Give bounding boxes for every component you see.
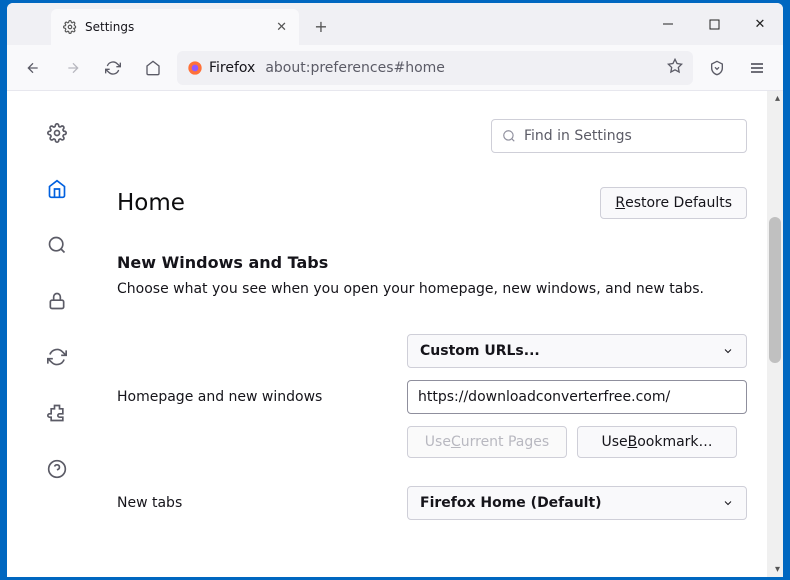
gear-icon: [63, 20, 77, 34]
section-title: New Windows and Tabs: [117, 253, 747, 272]
forward-button: [57, 52, 89, 84]
sidebar-item-help[interactable]: [35, 451, 79, 487]
homepage-mode-dropdown[interactable]: Custom URLs...: [407, 334, 747, 368]
chevron-down-icon: [722, 497, 734, 509]
sidebar-item-extensions[interactable]: [35, 395, 79, 431]
browser-tab[interactable]: Settings ✕: [51, 9, 299, 45]
restore-defaults-button[interactable]: Restore Defaults: [600, 187, 747, 219]
chevron-down-icon: [722, 345, 734, 357]
dropdown-value: Firefox Home (Default): [420, 495, 602, 511]
sidebar-item-home[interactable]: [35, 171, 79, 207]
search-placeholder: Find in Settings: [524, 128, 632, 144]
sidebar-item-search[interactable]: [35, 227, 79, 263]
homepage-url-input[interactable]: [407, 380, 747, 414]
minimize-button[interactable]: [645, 3, 691, 45]
newtabs-label: New tabs: [117, 495, 407, 511]
scrollbar[interactable]: ▴ ▾: [767, 91, 783, 577]
sidebar-item-privacy[interactable]: [35, 283, 79, 319]
homepage-windows-label: Homepage and new windows: [117, 389, 407, 405]
firefox-icon: [187, 60, 203, 76]
tab-title: Settings: [85, 20, 134, 34]
bookmark-star-icon[interactable]: [667, 58, 683, 78]
identity-label: Firefox: [209, 60, 255, 76]
sidebar-item-sync[interactable]: [35, 339, 79, 375]
url-bar[interactable]: Firefox about:preferences#home: [177, 51, 693, 85]
close-button[interactable]: ✕: [737, 3, 783, 45]
main-panel: Find in Settings Home Restore Defaults N…: [107, 91, 783, 577]
firefox-identity: Firefox: [187, 60, 255, 76]
titlebar: Settings ✕ + ✕: [7, 3, 783, 45]
dropdown-value: Custom URLs...: [420, 343, 540, 359]
newtabs-dropdown[interactable]: Firefox Home (Default): [407, 486, 747, 520]
maximize-button[interactable]: [691, 3, 737, 45]
reload-button[interactable]: [97, 52, 129, 84]
url-text: about:preferences#home: [265, 60, 445, 76]
scroll-up-icon[interactable]: ▴: [775, 93, 780, 104]
sidebar: [7, 91, 107, 577]
app-window: Settings ✕ + ✕ Firefox about:preferences…: [7, 3, 783, 577]
page-title: Home: [117, 190, 185, 216]
menu-button[interactable]: [741, 52, 773, 84]
back-button[interactable]: [17, 52, 49, 84]
save-pocket-button[interactable]: [701, 52, 733, 84]
new-tab-button[interactable]: +: [307, 11, 335, 41]
search-input[interactable]: Find in Settings: [491, 119, 747, 153]
scrollbar-thumb[interactable]: [769, 217, 781, 363]
toolbar: Firefox about:preferences#home: [7, 45, 783, 91]
window-controls: ✕: [645, 3, 783, 45]
close-icon[interactable]: ✕: [276, 20, 287, 35]
use-bookmark-button[interactable]: Use Bookmark…: [577, 426, 737, 458]
content: Find in Settings Home Restore Defaults N…: [7, 91, 783, 577]
scroll-down-icon[interactable]: ▾: [775, 564, 780, 575]
home-button[interactable]: [137, 52, 169, 84]
section-description: Choose what you see when you open your h…: [117, 280, 747, 300]
use-current-pages-button: Use Current Pages: [407, 426, 567, 458]
sidebar-item-general[interactable]: [35, 115, 79, 151]
search-icon: [502, 129, 516, 143]
